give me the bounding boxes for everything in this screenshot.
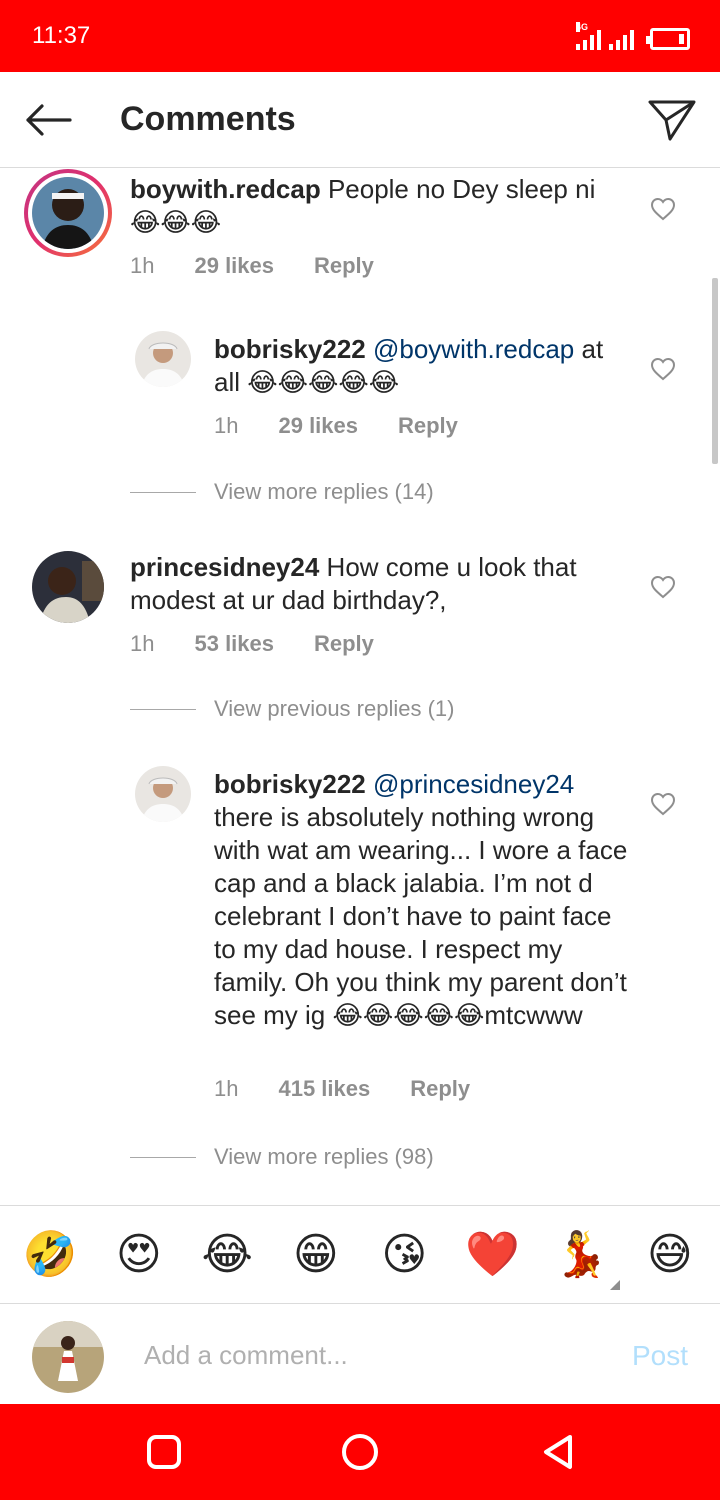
emoji-dancer-button[interactable]: 💃 xyxy=(549,1223,613,1287)
comments-list[interactable]: boywith.redcap People no Dey sleep ni 😂😂… xyxy=(0,169,720,1205)
paper-plane-icon xyxy=(648,100,696,141)
profile-photo-icon xyxy=(135,331,191,387)
comment-time: 1h xyxy=(130,253,155,278)
scrollbar[interactable] xyxy=(712,278,718,464)
comment-mention[interactable]: @boywith.redcap xyxy=(373,334,574,364)
like-heart-icon[interactable] xyxy=(650,197,676,221)
emoji-red-heart-button[interactable]: ❤️ xyxy=(461,1223,525,1287)
comment-body: bobrisky222 @boywith.redcap at all 😂😂😂😂😂 xyxy=(214,333,634,399)
profile-photo-icon xyxy=(32,177,104,249)
view-more-replies[interactable]: View more replies (98) xyxy=(130,1144,434,1170)
view-more-replies[interactable]: View more replies (14) xyxy=(130,479,434,505)
recents-button[interactable] xyxy=(142,1430,186,1474)
comment-meta: 1h 29 likes Reply xyxy=(130,253,374,279)
profile-photo-icon xyxy=(32,1321,104,1393)
comment-meta: 1h 415 likes Reply xyxy=(214,1076,470,1102)
comment-username[interactable]: princesidney24 xyxy=(130,552,319,582)
battery-icon xyxy=(646,28,690,50)
comment-body: princesidney24 How come u look that mode… xyxy=(130,551,620,617)
view-replies-label[interactable]: View previous replies (1) xyxy=(214,696,454,722)
square-icon xyxy=(147,1435,181,1469)
triangle-back-icon xyxy=(544,1435,572,1469)
emoji-variant-indicator-icon xyxy=(610,1280,620,1290)
reply-button[interactable]: Reply xyxy=(314,253,374,279)
comment-text: there is absolutely nothing wrong with w… xyxy=(214,802,628,1030)
comment-likes[interactable]: 415 likes xyxy=(278,1076,370,1102)
emoji-kiss-button[interactable]: 😘 xyxy=(372,1223,436,1287)
comment-body: boywith.redcap People no Dey sleep ni 😂😂… xyxy=(130,173,620,239)
avatar[interactable] xyxy=(135,331,191,387)
view-previous-replies[interactable]: View previous replies (1) xyxy=(130,696,454,722)
status-time: 11:37 xyxy=(32,22,91,49)
comment-input[interactable] xyxy=(144,1340,584,1371)
divider xyxy=(130,708,196,710)
comment-time: 1h xyxy=(214,1076,239,1101)
comment-username[interactable]: boywith.redcap xyxy=(130,174,321,204)
back-arrow-icon xyxy=(26,104,72,136)
comment-likes[interactable]: 29 likes xyxy=(194,253,274,279)
divider xyxy=(130,491,196,493)
comment-time: 1h xyxy=(130,631,155,656)
view-replies-label[interactable]: View more replies (98) xyxy=(214,1144,434,1170)
emoji-heart-eyes-button[interactable]: 😍 xyxy=(107,1223,171,1287)
network-type-label: 4G xyxy=(576,22,589,32)
status-bar: 11:37 4G xyxy=(0,0,720,72)
like-heart-icon[interactable] xyxy=(650,357,676,381)
divider xyxy=(130,1156,196,1158)
profile-photo-icon xyxy=(135,766,191,822)
view-replies-label[interactable]: View more replies (14) xyxy=(214,479,434,505)
post-button[interactable]: Post xyxy=(632,1340,688,1372)
profile-photo-icon xyxy=(32,551,104,623)
current-user-avatar xyxy=(32,1321,104,1393)
reply-button[interactable]: Reply xyxy=(314,631,374,657)
like-heart-icon[interactable] xyxy=(650,792,676,816)
comment-mention[interactable]: @princesidney24 xyxy=(373,769,574,799)
like-heart-icon[interactable] xyxy=(650,575,676,599)
comment-composer: Post xyxy=(0,1303,720,1405)
avatar[interactable] xyxy=(32,551,104,623)
comment-meta: 1h 29 likes Reply xyxy=(214,413,458,439)
reply-button[interactable]: Reply xyxy=(410,1076,470,1102)
status-icons: 4G xyxy=(576,22,690,50)
avatar[interactable] xyxy=(24,169,112,257)
home-button[interactable] xyxy=(338,1430,382,1474)
comment-meta: 1h 53 likes Reply xyxy=(130,631,374,657)
system-nav-bar xyxy=(0,1404,720,1500)
circle-icon xyxy=(342,1434,378,1470)
comment-username[interactable]: bobrisky222 xyxy=(214,334,366,364)
comment-username[interactable]: bobrisky222 xyxy=(214,769,366,799)
comment-body: bobrisky222 @princesidney24 there is abs… xyxy=(214,768,634,1032)
back-button[interactable] xyxy=(20,94,76,146)
back-nav-button[interactable] xyxy=(536,1430,580,1474)
comment-time: 1h xyxy=(214,413,239,438)
header: Comments xyxy=(0,72,720,168)
cellular-signal-icon: 4G xyxy=(576,22,601,50)
comment-likes[interactable]: 29 likes xyxy=(278,413,358,439)
page-title: Comments xyxy=(120,100,296,138)
emoji-rofl-button[interactable]: 🤣 xyxy=(18,1223,82,1287)
cellular-signal-2-icon xyxy=(609,28,634,50)
reply-button[interactable]: Reply xyxy=(398,413,458,439)
avatar[interactable] xyxy=(135,766,191,822)
share-button[interactable] xyxy=(644,94,700,146)
emoji-sweat-smile-button[interactable]: 😅 xyxy=(638,1223,702,1287)
emoji-grin-button[interactable]: 😁 xyxy=(284,1223,348,1287)
comment-likes[interactable]: 53 likes xyxy=(194,631,274,657)
emoji-tears-of-joy-button[interactable]: 😂 xyxy=(195,1223,259,1287)
